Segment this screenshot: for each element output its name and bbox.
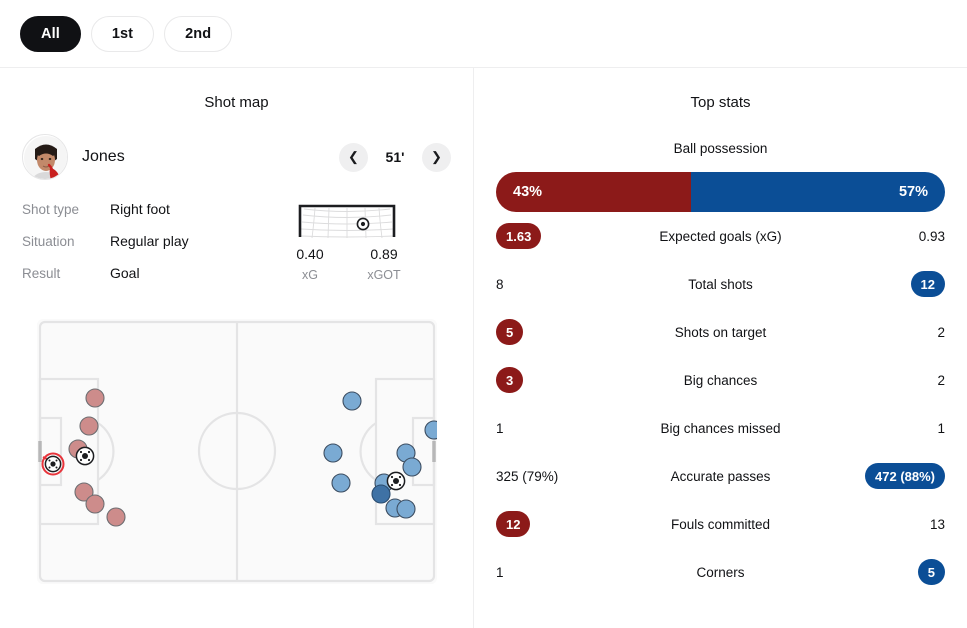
- shot-map-panel: Shot map Jones ❮ 51' ❯ Shot type Right f…: [0, 68, 473, 628]
- stat-home-value: 1.63: [496, 223, 636, 249]
- shot-map-pitch[interactable]: [36, 319, 437, 584]
- shot-marker[interactable]: [370, 484, 391, 504]
- stat-away-value: 1: [937, 420, 945, 436]
- player-headshot-icon: [23, 135, 67, 179]
- shot-marker[interactable]: [78, 416, 99, 436]
- shot-attribute-row: Shot type Right foot: [22, 201, 272, 233]
- result-label: Result: [22, 266, 61, 281]
- possession-bar: 43% 57%: [496, 172, 945, 212]
- stat-away-value: 5: [805, 559, 945, 585]
- tab-1st[interactable]: 1st: [90, 15, 155, 52]
- top-stats-title: Top stats: [690, 94, 751, 111]
- situation-value: Regular play: [110, 233, 189, 249]
- result-value: Goal: [110, 265, 140, 281]
- selected-goal-marker[interactable]: [41, 452, 64, 476]
- ball-target-icon: [356, 217, 370, 231]
- situation-label: Situation: [22, 234, 75, 249]
- shot-minute: 51': [385, 149, 405, 165]
- shot-attribute-list: Shot type Right foot Situation Regular p…: [22, 201, 272, 297]
- stat-label: Accurate passes: [670, 468, 771, 484]
- shot-marker[interactable]: [330, 473, 351, 493]
- possession-home-value: 43%: [496, 172, 692, 212]
- stat-home-value: 12: [496, 511, 636, 537]
- stat-away-value: 2: [937, 324, 945, 340]
- stat-away-value: 12: [805, 271, 945, 297]
- shot-type-label: Shot type: [22, 202, 80, 217]
- stat-home-value: 5: [496, 319, 636, 345]
- chevron-right-icon[interactable]: ❯: [422, 142, 451, 172]
- stat-row: 1.63 Expected goals (xG) 0.93: [496, 212, 945, 260]
- goal-frame: [297, 203, 397, 240]
- shot-marker-ball[interactable]: [386, 471, 405, 491]
- stat-row: 3 Big chances 2: [496, 356, 945, 404]
- stat-home-value: 8: [496, 276, 504, 292]
- stat-away-value: 2: [937, 372, 945, 388]
- possession-label: Ball possession: [673, 141, 768, 156]
- stat-row: 1 Big chances missed 1: [496, 404, 945, 452]
- minute-navigator: ❮ 51' ❯: [339, 142, 451, 172]
- shot-marker-ball[interactable]: [75, 446, 94, 466]
- stat-home-badge: 5: [496, 319, 524, 345]
- stat-label: Shots on target: [674, 324, 767, 340]
- xg-label: xG: [302, 268, 318, 282]
- stat-rows: 1.63 Expected goals (xG) 0.93 8 Total shots 1…: [474, 212, 967, 596]
- stat-row: 325 (79%) Accurate passes 472 (88%): [496, 452, 945, 500]
- stat-home-value: 325 (79%): [496, 468, 559, 484]
- stat-home-value: 1: [496, 420, 504, 436]
- stat-home-badge: 12: [496, 511, 531, 537]
- stat-label: Big chances missed: [660, 420, 781, 436]
- period-filter-tabs: All 1st 2nd: [0, 0, 967, 68]
- stat-away-badge: 472 (88%): [865, 463, 945, 489]
- stat-label: Corners: [696, 564, 745, 580]
- stat-away-value: 13: [929, 516, 945, 532]
- xg-values-row: 0.40 0.89: [282, 246, 412, 262]
- tab-all[interactable]: All: [20, 15, 81, 52]
- xgot-value: 0.89: [370, 246, 398, 262]
- stat-row: 8 Total shots 12: [496, 260, 945, 308]
- stat-home-value: 1: [496, 564, 504, 580]
- shot-attribute-row: Situation Regular play: [22, 233, 272, 265]
- goal-diagram: 0.40 0.89 xG xGOT: [282, 201, 412, 297]
- possession-away-value: 57%: [691, 172, 945, 212]
- shot-marker[interactable]: [322, 443, 343, 463]
- stat-row: 1 Corners 5: [496, 548, 945, 596]
- stat-away-value: 0.93: [918, 228, 945, 244]
- tab-2nd[interactable]: 2nd: [164, 15, 233, 52]
- shot-marker[interactable]: [84, 494, 105, 514]
- stat-label: Expected goals (xG): [659, 228, 782, 244]
- shot-detail-block: Shot type Right foot Situation Regular p…: [22, 201, 451, 297]
- goal-net-icon: [298, 204, 396, 239]
- shot-map-title: Shot map: [204, 94, 269, 111]
- shot-type-value: Right foot: [110, 201, 170, 217]
- stat-away-badge: 12: [910, 271, 945, 297]
- stat-label: Fouls committed: [670, 516, 771, 532]
- shot-player-row: Jones ❮ 51' ❯: [22, 133, 451, 181]
- content-body: Shot map Jones ❮ 51' ❯ Shot type Right f…: [0, 68, 967, 628]
- xg-labels-row: xG xGOT: [282, 268, 412, 282]
- shot-marker[interactable]: [395, 499, 416, 519]
- player-name: Jones: [82, 148, 125, 165]
- stat-label: Big chances: [683, 372, 758, 388]
- stat-row: 12 Fouls committed 13: [496, 500, 945, 548]
- shot-marker[interactable]: [84, 388, 105, 408]
- shot-attribute-row: Result Goal: [22, 265, 272, 297]
- stat-away-badge: 5: [917, 559, 945, 585]
- stat-row: 5 Shots on target 2: [496, 308, 945, 356]
- xgot-label: xGOT: [367, 268, 401, 282]
- stat-home-badge: 3: [496, 367, 524, 393]
- shot-marker[interactable]: [341, 391, 362, 411]
- stat-home-badge: 1.63: [496, 223, 542, 249]
- chevron-left-icon[interactable]: ❮: [339, 142, 368, 172]
- stat-home-value: 3: [496, 367, 636, 393]
- stat-away-value: 472 (88%): [805, 463, 945, 489]
- shot-marker[interactable]: [401, 457, 422, 477]
- top-stats-panel: Top stats Ball possession 43% 57% 1.63 Ex…: [473, 68, 967, 628]
- stat-label: Total shots: [688, 276, 753, 292]
- xg-value: 0.40: [296, 246, 324, 262]
- pitch-container[interactable]: [36, 319, 437, 584]
- avatar: [22, 134, 68, 180]
- shot-marker[interactable]: [105, 507, 126, 527]
